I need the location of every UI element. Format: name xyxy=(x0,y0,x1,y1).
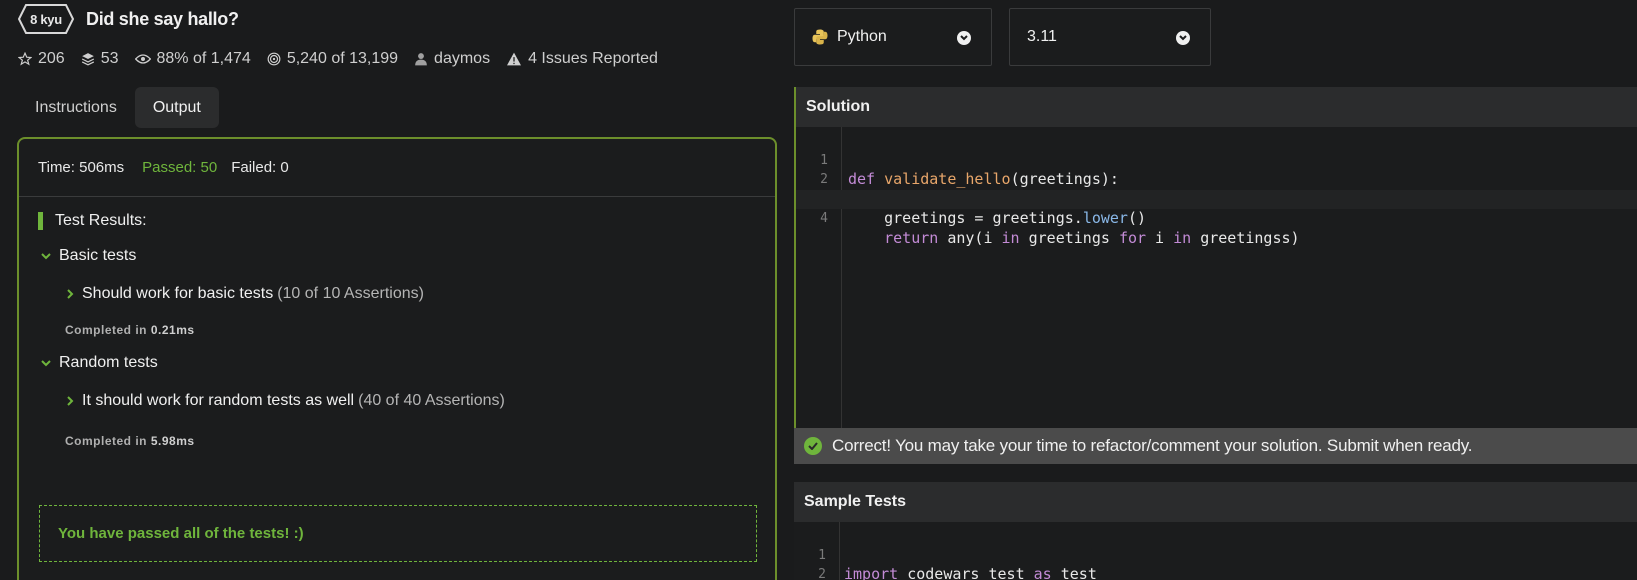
completions-count: 5,240 xyxy=(286,50,327,67)
chevron-down-icon xyxy=(41,253,51,260)
passed-count: Passed: 50 xyxy=(142,159,218,176)
run-time: Time: 506ms xyxy=(38,159,125,176)
code-line[interactable]: 3 xyxy=(794,565,1637,580)
all-passed-message: You have passed all of the tests! :) xyxy=(39,505,757,562)
completed-label: Completed in xyxy=(65,323,148,337)
author-name: daymos xyxy=(434,50,491,67)
collections-count: 53 xyxy=(100,50,119,67)
completed-duration: 0.21ms xyxy=(150,323,195,337)
code-line[interactable]: 2 greetingss = ['hello', 'ciao', 'salut'… xyxy=(796,151,1637,208)
kata-title: Did she say hallo? xyxy=(86,8,239,29)
warning-icon xyxy=(507,52,522,66)
line-number: 4 xyxy=(820,211,828,226)
left-tabs: Instructions Output xyxy=(17,87,219,128)
version-value: 3.11 xyxy=(1027,28,1057,45)
chevron-down-icon xyxy=(41,360,51,367)
assertion-count: (10 of 10 Assertions) xyxy=(277,285,424,302)
chevron-right-icon xyxy=(67,396,74,406)
code-line[interactable]: 1 def validate_hello(greetings): xyxy=(796,131,1637,189)
code-line[interactable]: 1 import codewars_test as test xyxy=(794,526,1637,580)
satisfaction-percent: 88% xyxy=(156,50,189,67)
star-icon xyxy=(18,52,32,66)
stars-stat[interactable]: 206 xyxy=(18,50,65,68)
eye-icon xyxy=(134,54,151,64)
completed-label: Completed in xyxy=(65,434,148,448)
user-icon xyxy=(415,53,427,66)
issues-stat[interactable]: 4 Issues Reported xyxy=(506,50,658,68)
completed-time: Completed in 0.21ms xyxy=(65,323,195,337)
code-line[interactable]: 3 greetings = greetings.lower() xyxy=(796,170,1637,228)
stars-count: 206 xyxy=(38,50,65,67)
output-panel: Time: 506ms Passed: 50 Failed: 0 Test Re… xyxy=(17,137,777,580)
satisfaction-total: of 1,474 xyxy=(192,50,251,67)
language-select[interactable]: Python xyxy=(794,8,992,66)
test-group-label: Basic tests xyxy=(59,247,137,264)
test-group-basic[interactable]: Basic tests xyxy=(41,247,136,265)
solution-editor[interactable]: 1 def validate_hello(greetings): 2 greet… xyxy=(796,127,1637,428)
layers-icon xyxy=(81,53,94,66)
solution-header: Solution xyxy=(796,87,1637,127)
test-item-label: It should work for random tests as well xyxy=(82,392,355,409)
chevron-right-icon xyxy=(67,289,74,299)
completed-time: Completed in 5.98ms xyxy=(65,434,195,448)
sample-tests-header: Sample Tests xyxy=(794,482,1637,522)
kata-stats: 206 53 88% of 1,474 5,240 of 13,199 daym… xyxy=(18,50,674,68)
chevron-down-icon xyxy=(957,31,971,45)
tab-output[interactable]: Output xyxy=(134,87,219,128)
kata-header: 8 kyu Did she say hallo? xyxy=(18,4,239,34)
sample-tests-editor[interactable]: 1 import codewars_test as test 2 from so… xyxy=(794,522,1637,580)
language-value: Python xyxy=(837,28,887,45)
test-group-label: Random tests xyxy=(59,354,158,371)
completions-total: of 13,199 xyxy=(331,50,399,67)
test-group-random[interactable]: Random tests xyxy=(41,354,158,372)
output-summary-bar: Time: 506ms Passed: 50 Failed: 0 xyxy=(19,139,775,197)
satisfaction-stat: 88% of 1,474 xyxy=(134,50,251,68)
check-circle-icon xyxy=(804,437,822,455)
completions-stat: 5,240 of 13,199 xyxy=(267,50,398,68)
chevron-down-icon xyxy=(1176,31,1190,45)
failed-count: Failed: 0 xyxy=(231,159,289,176)
target-icon xyxy=(267,52,281,66)
tab-instructions[interactable]: Instructions xyxy=(17,87,135,128)
issues-label: 4 Issues Reported xyxy=(528,50,658,67)
assertion-count: (40 of 40 Assertions) xyxy=(358,392,505,409)
code-line[interactable]: 2 from solution import validate_hello xyxy=(794,546,1637,580)
author-stat[interactable]: daymos xyxy=(414,50,490,68)
solution-panel: Solution 1 def validate_hello(greetings)… xyxy=(794,87,1637,428)
python-icon xyxy=(812,29,828,45)
sample-tests-panel: Sample Tests 1 import codewars_test as t… xyxy=(794,482,1637,580)
correct-notification: Correct! You may take your time to refac… xyxy=(794,428,1637,464)
code-line[interactable]: 4 return any(i in greetings for i in gre… xyxy=(796,189,1637,247)
completed-duration: 5.98ms xyxy=(150,434,195,448)
test-item-label: Should work for basic tests xyxy=(82,285,274,302)
collections-stat[interactable]: 53 xyxy=(81,50,119,68)
test-item-basic[interactable]: Should work for basic tests (10 of 10 As… xyxy=(66,285,424,303)
version-select[interactable]: 3.11 xyxy=(1009,8,1211,66)
test-item-random[interactable]: It should work for random tests as well … xyxy=(66,392,505,410)
rank-label: 8 kyu xyxy=(30,11,62,27)
rank-badge: 8 kyu xyxy=(18,4,74,34)
correct-message: Correct! You may take your time to refac… xyxy=(832,436,1473,455)
test-results-heading: Test Results: xyxy=(38,212,147,230)
